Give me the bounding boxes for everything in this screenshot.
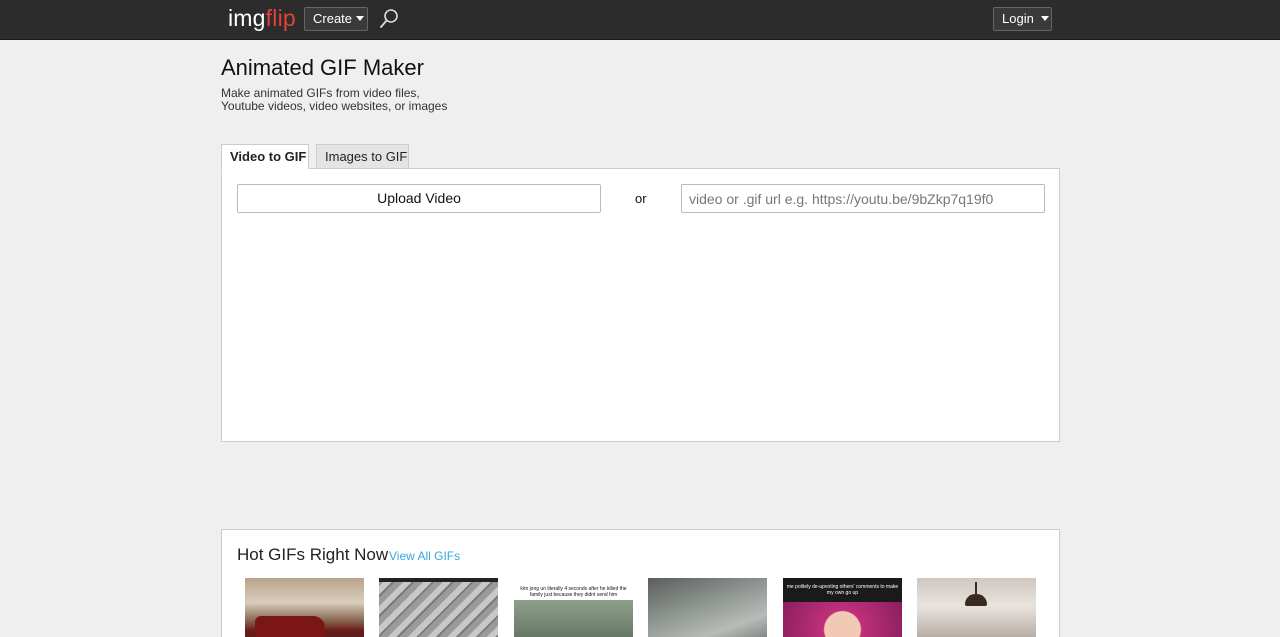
login-button[interactable]: Login — [993, 7, 1052, 31]
gif-thumbnail[interactable] — [245, 578, 364, 637]
gif-thumbnail[interactable] — [648, 578, 767, 637]
lamp-cord — [975, 582, 977, 594]
lamp-shape — [965, 594, 987, 606]
gif-image-area — [514, 600, 633, 637]
chevron-down-icon — [1040, 16, 1049, 22]
imgflip-logo[interactable]: imgflip — [228, 5, 296, 32]
chevron-down-icon — [356, 16, 365, 22]
view-all-gifs-link[interactable]: View All GIFs — [389, 549, 460, 563]
gif-caption: me politely de-upvoting others' comments… — [786, 584, 899, 596]
gif-thumbnail[interactable]: kim jong un literally 4 seconds after he… — [514, 578, 633, 637]
gif-image-area — [783, 602, 902, 637]
create-menu-button[interactable]: Create — [304, 7, 368, 31]
or-separator: or — [635, 191, 647, 206]
tab-video-to-gif[interactable]: Video to GIF — [221, 144, 309, 169]
logo-img-text: img — [228, 5, 266, 31]
top-navbar: imgflip Create Login — [0, 0, 1280, 40]
gif-thumbnail[interactable]: me politely de-upvoting others' comments… — [783, 578, 902, 637]
gif-caption: kim jong un literally 4 seconds after he… — [520, 586, 627, 598]
hot-gifs-title: Hot GIFs Right Now — [237, 545, 389, 564]
logo-flip-text: flip — [265, 5, 296, 31]
gif-thumbnail[interactable] — [379, 578, 498, 637]
video-url-input[interactable] — [681, 184, 1045, 213]
car-shape — [255, 616, 325, 637]
thumb-top-bar — [379, 578, 498, 582]
gif-maker-panel: Upload Video or — [221, 168, 1060, 442]
tab-images-to-gif[interactable]: Images to GIF — [316, 144, 409, 169]
login-label: Login — [1002, 11, 1034, 26]
page-title: Animated GIF Maker — [221, 55, 424, 80]
create-label: Create — [313, 11, 353, 26]
page-subtitle: Make animated GIFs from video files, You… — [221, 86, 448, 113]
upload-video-button[interactable]: Upload Video — [237, 184, 601, 213]
search-icon[interactable] — [379, 8, 399, 30]
hot-gifs-panel: Hot GIFs Right Now View All GIFs kim jon… — [221, 529, 1060, 637]
gif-thumbnail[interactable] — [917, 578, 1036, 637]
